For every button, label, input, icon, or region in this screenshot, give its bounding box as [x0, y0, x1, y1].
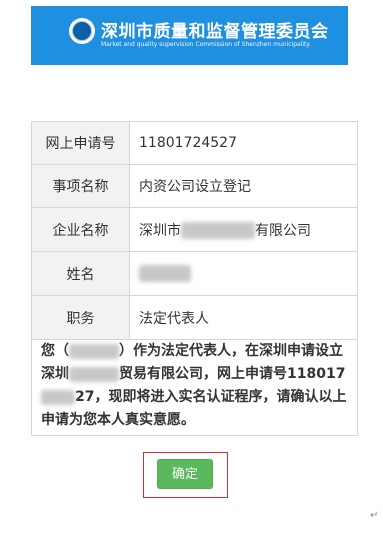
row-label-position: 职务: [31, 295, 130, 340]
redacted-company-name: [69, 366, 119, 382]
application-info-table: 网上申请号 11801724527 事项名称 内资公司设立登记 企业名称 深圳市…: [31, 121, 358, 436]
row-label-company-name: 企业名称: [31, 207, 130, 252]
redacted-person-name: [139, 265, 191, 282]
company-name-suffix: 有限公司: [255, 222, 311, 239]
emblem-icon: [69, 18, 95, 44]
header-banner: 深圳市质量和监督管理委员会 Market and quality supervi…: [31, 6, 348, 65]
header-title: 深圳市质量和监督管理委员会: [101, 22, 329, 42]
row-value-application-number: 11801724527: [129, 121, 358, 165]
redacted-application-number: [41, 389, 75, 405]
company-name-prefix: 深圳市: [139, 222, 181, 239]
redacted-person-name: [69, 343, 119, 359]
redacted-company-name: [181, 222, 255, 239]
return-symbol-icon: ↵: [370, 510, 379, 521]
row-value-name: [129, 251, 358, 296]
row-label-application-number: 网上申请号: [31, 121, 130, 165]
confirm-button[interactable]: 确定: [157, 459, 213, 489]
table-row: 职务 法定代表人: [31, 295, 358, 340]
page: 深圳市质量和监督管理委员会 Market and quality supervi…: [0, 0, 383, 536]
table-row: 您（ ）作为法定代表人，在深圳申请设立深圳 贸易有限公司，网上申请号11801727…: [31, 339, 358, 436]
table-row: 姓名: [31, 251, 358, 296]
header-subtitle: Market and quality supervision Commissio…: [101, 41, 311, 48]
table-row: 事项名称 内资公司设立登记: [31, 164, 358, 208]
row-label-item-name: 事项名称: [31, 164, 130, 208]
table-row: 企业名称 深圳市 有限公司: [31, 207, 358, 252]
row-value-company-name: 深圳市 有限公司: [129, 207, 358, 252]
consent-notice: 您（ ）作为法定代表人，在深圳申请设立深圳 贸易有限公司，网上申请号11801727…: [31, 339, 358, 436]
row-value-position: 法定代表人: [129, 295, 358, 340]
table-row: 网上申请号 11801724527: [31, 121, 358, 165]
row-value-item-name: 内资公司设立登记: [129, 164, 358, 208]
row-label-name: 姓名: [31, 251, 130, 296]
